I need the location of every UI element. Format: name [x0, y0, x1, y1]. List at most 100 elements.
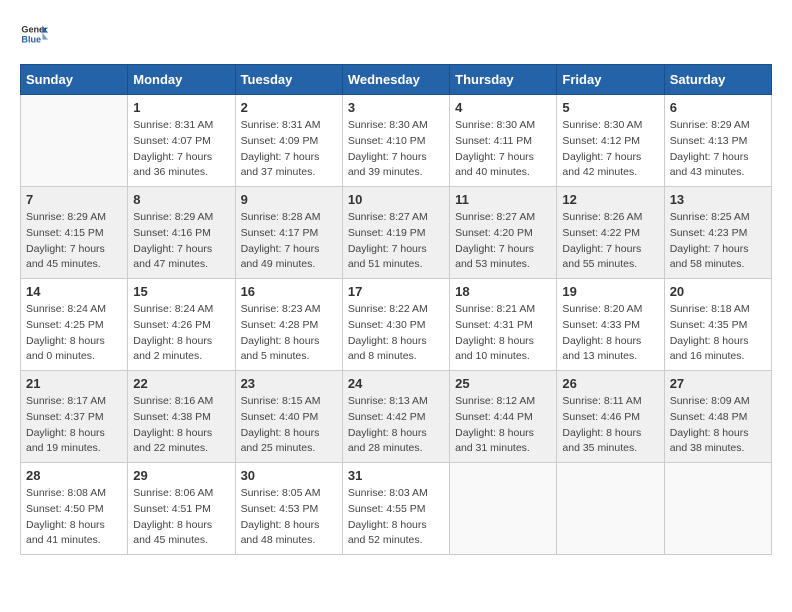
day-number: 19 — [562, 284, 658, 299]
col-thursday: Thursday — [450, 65, 557, 95]
calendar-cell: 15Sunrise: 8:24 AMSunset: 4:26 PMDayligh… — [128, 279, 235, 371]
col-saturday: Saturday — [664, 65, 771, 95]
day-number: 4 — [455, 100, 551, 115]
calendar-cell: 23 Sunrise: 8:15 AMSunset: 4:40 PMDayligh… — [235, 371, 342, 463]
day-number: 24 — [348, 376, 444, 391]
calendar-cell: 4 Sunrise: 8:30 AMSunset: 4:11 PMDaylight… — [450, 95, 557, 187]
calendar-cell: 17 Sunrise: 8:22 AMSunset: 4:30 PMDayligh… — [342, 279, 449, 371]
calendar-cell: 27 Sunrise: 8:09 AMSunset: 4:48 PMDayligh… — [664, 371, 771, 463]
day-number: 17 — [348, 284, 444, 299]
logo-icon: General Blue — [20, 20, 48, 48]
day-detail: Sunrise: 8:30 AMSunset: 4:11 PMDaylight:… — [455, 118, 551, 181]
day-number: 3 — [348, 100, 444, 115]
day-number: 16 — [241, 284, 337, 299]
calendar-week-row: 7Sunrise: 8:29 AMSunset: 4:15 PMDaylight… — [21, 187, 772, 279]
calendar-week-row: 14 Sunrise: 8:24 AMSunset: 4:25 PMDayligh… — [21, 279, 772, 371]
col-wednesday: Wednesday — [342, 65, 449, 95]
calendar-cell: 5 Sunrise: 8:30 AMSunset: 4:12 PMDaylight… — [557, 95, 664, 187]
calendar-cell — [21, 95, 128, 187]
day-detail: Sunrise: 8:06 AMSunset: 4:51 PMDaylight:… — [133, 486, 229, 549]
day-detail: Sunrise: 8:22 AMSunset: 4:30 PMDaylight:… — [348, 302, 444, 365]
calendar-cell: 1 Sunrise: 8:31 AMSunset: 4:07 PMDaylight… — [128, 95, 235, 187]
day-detail: Sunrise: 8:21 AMSunset: 4:31 PMDaylight:… — [455, 302, 551, 365]
col-monday: Monday — [128, 65, 235, 95]
day-number: 8 — [133, 192, 229, 207]
calendar-cell — [557, 463, 664, 555]
day-number: 20 — [670, 284, 766, 299]
day-detail: Sunrise: 8:24 AMSunset: 4:25 PMDaylight:… — [26, 302, 122, 365]
day-number: 21 — [26, 376, 122, 391]
day-number: 6 — [670, 100, 766, 115]
col-sunday: Sunday — [21, 65, 128, 95]
calendar-cell: 25 Sunrise: 8:12 AMSunset: 4:44 PMDayligh… — [450, 371, 557, 463]
day-number: 23 — [241, 376, 337, 391]
day-detail: Sunrise: 8:29 AMSunset: 4:16 PMDaylight:… — [133, 210, 229, 273]
day-detail: Sunrise: 8:30 AMSunset: 4:12 PMDaylight:… — [562, 118, 658, 181]
day-number: 14 — [26, 284, 122, 299]
day-detail: Sunrise: 8:29 AMSunset: 4:13 PMDaylight:… — [670, 118, 766, 181]
day-detail: Sunrise: 8:13 AMSunset: 4:42 PMDaylight:… — [348, 394, 444, 457]
calendar-cell: 21 Sunrise: 8:17 AMSunset: 4:37 PMDayligh… — [21, 371, 128, 463]
logo: General Blue — [20, 20, 48, 48]
day-number: 11 — [455, 192, 551, 207]
day-detail: Sunrise: 8:27 AMSunset: 4:20 PMDaylight:… — [455, 210, 551, 273]
calendar-cell: 24 Sunrise: 8:13 AMSunset: 4:42 PMDayligh… — [342, 371, 449, 463]
day-detail: Sunrise: 8:16 AMSunset: 4:38 PMDaylight:… — [133, 394, 229, 457]
day-detail: Sunrise: 8:20 AMSunset: 4:33 PMDaylight:… — [562, 302, 658, 365]
day-number: 9 — [241, 192, 337, 207]
calendar-cell: 26Sunrise: 8:11 AMSunset: 4:46 PMDayligh… — [557, 371, 664, 463]
calendar-cell: 9 Sunrise: 8:28 AMSunset: 4:17 PMDaylight… — [235, 187, 342, 279]
day-number: 13 — [670, 192, 766, 207]
day-detail: Sunrise: 8:29 AMSunset: 4:15 PMDaylight:… — [26, 210, 122, 273]
day-number: 27 — [670, 376, 766, 391]
calendar-cell — [664, 463, 771, 555]
day-detail: Sunrise: 8:23 AMSunset: 4:28 PMDaylight:… — [241, 302, 337, 365]
calendar-cell: 3 Sunrise: 8:30 AMSunset: 4:10 PMDaylight… — [342, 95, 449, 187]
calendar-cell: 18 Sunrise: 8:21 AMSunset: 4:31 PMDayligh… — [450, 279, 557, 371]
day-detail: Sunrise: 8:17 AMSunset: 4:37 PMDaylight:… — [26, 394, 122, 457]
day-detail: Sunrise: 8:12 AMSunset: 4:44 PMDaylight:… — [455, 394, 551, 457]
day-detail: Sunrise: 8:26 AMSunset: 4:22 PMDaylight:… — [562, 210, 658, 273]
day-number: 22 — [133, 376, 229, 391]
calendar-cell: 29 Sunrise: 8:06 AMSunset: 4:51 PMDayligh… — [128, 463, 235, 555]
calendar-cell: 28Sunrise: 8:08 AMSunset: 4:50 PMDayligh… — [21, 463, 128, 555]
day-number: 15 — [133, 284, 229, 299]
day-number: 26 — [562, 376, 658, 391]
calendar-cell — [450, 463, 557, 555]
day-detail: Sunrise: 8:27 AMSunset: 4:19 PMDaylight:… — [348, 210, 444, 273]
day-detail: Sunrise: 8:30 AMSunset: 4:10 PMDaylight:… — [348, 118, 444, 181]
calendar-cell: 20 Sunrise: 8:18 AMSunset: 4:35 PMDayligh… — [664, 279, 771, 371]
calendar-cell: 11 Sunrise: 8:27 AMSunset: 4:20 PMDayligh… — [450, 187, 557, 279]
day-number: 25 — [455, 376, 551, 391]
calendar-cell: 2 Sunrise: 8:31 AMSunset: 4:09 PMDaylight… — [235, 95, 342, 187]
svg-text:Blue: Blue — [21, 34, 41, 44]
calendar-cell: 6 Sunrise: 8:29 AMSunset: 4:13 PMDaylight… — [664, 95, 771, 187]
day-detail: Sunrise: 8:05 AMSunset: 4:53 PMDaylight:… — [241, 486, 337, 549]
day-detail: Sunrise: 8:28 AMSunset: 4:17 PMDaylight:… — [241, 210, 337, 273]
page-header: General Blue — [20, 20, 772, 48]
day-number: 31 — [348, 468, 444, 483]
day-number: 18 — [455, 284, 551, 299]
day-detail: Sunrise: 8:18 AMSunset: 4:35 PMDaylight:… — [670, 302, 766, 365]
day-number: 29 — [133, 468, 229, 483]
day-detail: Sunrise: 8:31 AMSunset: 4:07 PMDaylight:… — [133, 118, 229, 181]
day-detail: Sunrise: 8:09 AMSunset: 4:48 PMDaylight:… — [670, 394, 766, 457]
calendar-cell: 19 Sunrise: 8:20 AMSunset: 4:33 PMDayligh… — [557, 279, 664, 371]
calendar-week-row: 1 Sunrise: 8:31 AMSunset: 4:07 PMDaylight… — [21, 95, 772, 187]
day-number: 10 — [348, 192, 444, 207]
day-detail: Sunrise: 8:15 AMSunset: 4:40 PMDaylight:… — [241, 394, 337, 457]
calendar-cell: 22 Sunrise: 8:16 AMSunset: 4:38 PMDayligh… — [128, 371, 235, 463]
calendar-cell: 13 Sunrise: 8:25 AMSunset: 4:23 PMDayligh… — [664, 187, 771, 279]
day-detail: Sunrise: 8:31 AMSunset: 4:09 PMDaylight:… — [241, 118, 337, 181]
col-friday: Friday — [557, 65, 664, 95]
day-detail: Sunrise: 8:25 AMSunset: 4:23 PMDaylight:… — [670, 210, 766, 273]
day-detail: Sunrise: 8:08 AMSunset: 4:50 PMDaylight:… — [26, 486, 122, 549]
day-number: 2 — [241, 100, 337, 115]
calendar-week-row: 28Sunrise: 8:08 AMSunset: 4:50 PMDayligh… — [21, 463, 772, 555]
calendar-cell: 8 Sunrise: 8:29 AMSunset: 4:16 PMDaylight… — [128, 187, 235, 279]
day-number: 5 — [562, 100, 658, 115]
calendar-cell: 12Sunrise: 8:26 AMSunset: 4:22 PMDayligh… — [557, 187, 664, 279]
calendar-table: Sunday Monday Tuesday Wednesday Thursday… — [20, 64, 772, 555]
calendar-cell: 30Sunrise: 8:05 AMSunset: 4:53 PMDayligh… — [235, 463, 342, 555]
day-number: 1 — [133, 100, 229, 115]
